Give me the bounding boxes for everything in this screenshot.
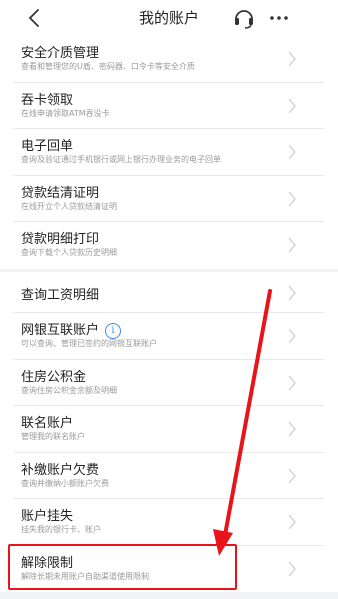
item-subtitle: 在线开立个人贷款结清证明 bbox=[21, 201, 117, 211]
item-subtitle: 管理我的联名账户 bbox=[21, 432, 85, 441]
chevron-right-icon bbox=[288, 191, 296, 207]
list-item-salary-details[interactable]: 查询工资明细 bbox=[0, 272, 338, 313]
item-subtitle: 查看和管理您的U盾、密码器、口令卡等安全介质 bbox=[21, 62, 195, 71]
item-subtitle: 查询并缴纳小额账户欠费 bbox=[21, 478, 109, 488]
item-title: 查询工资明细 bbox=[21, 288, 100, 303]
chevron-right-icon bbox=[288, 285, 296, 300]
item-title: 吞卡领取 bbox=[21, 92, 74, 108]
list-item-e-receipt[interactable]: 电子回单 查询及验证通过手机银行或网上银行办理业务的电子回单 bbox=[0, 129, 338, 176]
highlight-box bbox=[8, 544, 237, 590]
chevron-right-icon bbox=[288, 421, 296, 437]
list-item-security-media[interactable]: 安全介质管理 查看和管理您的U盾、密码器、口令卡等安全介质 bbox=[0, 36, 338, 83]
nav-header: 我的账户 bbox=[0, 0, 338, 36]
list-item-interbank-accounts[interactable]: 网银互联账户 i 可以查询、管理已签约的网银互联账户 bbox=[0, 313, 338, 360]
item-title: 贷款结清证明 bbox=[21, 185, 100, 201]
item-subtitle: 挂失我的银行卡、账户 bbox=[21, 525, 101, 534]
chevron-right-icon bbox=[288, 98, 296, 114]
list-item-card-retrieval[interactable]: 吞卡领取 在线申请领取ATM吞没卡 bbox=[0, 83, 338, 129]
list-item-report-loss[interactable]: 账户挂失 挂失我的银行卡、账户 bbox=[0, 499, 338, 546]
item-title: 账户挂失 bbox=[21, 509, 74, 524]
chevron-right-icon bbox=[288, 514, 296, 530]
item-subtitle: 可以查询、管理已签约的网银互联账户 bbox=[21, 339, 157, 348]
chevron-right-icon bbox=[288, 237, 296, 253]
item-title: 贷款明细打印 bbox=[21, 232, 100, 247]
item-title-text: 网银互联账户 bbox=[21, 323, 100, 338]
more-dots-icon[interactable] bbox=[269, 9, 289, 27]
item-subtitle: 查询下载个人贷款历史明细 bbox=[21, 248, 117, 257]
account-services-list: 安全介质管理 查看和管理您的U盾、密码器、口令卡等安全介质 吞卡领取 在线申请领… bbox=[0, 36, 338, 269]
list-item-loan-settlement[interactable]: 贷款结清证明 在线开立个人贷款结清证明 bbox=[0, 176, 338, 222]
chevron-right-icon bbox=[288, 561, 296, 577]
list-item-loan-statement-print[interactable]: 贷款明细打印 查询下载个人贷款历史明细 bbox=[0, 222, 338, 269]
chevron-right-icon bbox=[288, 144, 296, 160]
item-subtitle: 在线申请领取ATM吞没卡 bbox=[21, 108, 110, 118]
chevron-right-icon bbox=[288, 468, 296, 484]
customer-service-headset-icon[interactable] bbox=[233, 7, 255, 29]
item-title: 联名账户 bbox=[21, 416, 74, 431]
item-title: 安全介质管理 bbox=[21, 46, 100, 61]
item-title: 电子回单 bbox=[21, 139, 74, 154]
item-title: 住房公积金 bbox=[21, 369, 87, 385]
chevron-right-icon bbox=[288, 51, 296, 67]
chevron-right-icon bbox=[288, 328, 296, 344]
item-title: 网银互联账户 i bbox=[21, 319, 122, 339]
item-subtitle: 查询住房公积金余额及明细 bbox=[21, 385, 117, 395]
list-item-housing-fund[interactable]: 住房公积金 查询住房公积金余额及明细 bbox=[0, 360, 338, 406]
list-item-pay-arrears[interactable]: 补缴账户欠费 查询并缴纳小额账户欠费 bbox=[0, 453, 338, 499]
item-subtitle: 查询及验证通过手机银行或网上银行办理业务的电子回单 bbox=[21, 155, 221, 164]
chevron-right-icon bbox=[288, 375, 296, 391]
item-title: 补缴账户欠费 bbox=[21, 462, 100, 478]
list-item-joint-account[interactable]: 联名账户 管理我的联名账户 bbox=[0, 406, 338, 453]
info-icon[interactable]: i bbox=[105, 323, 122, 339]
